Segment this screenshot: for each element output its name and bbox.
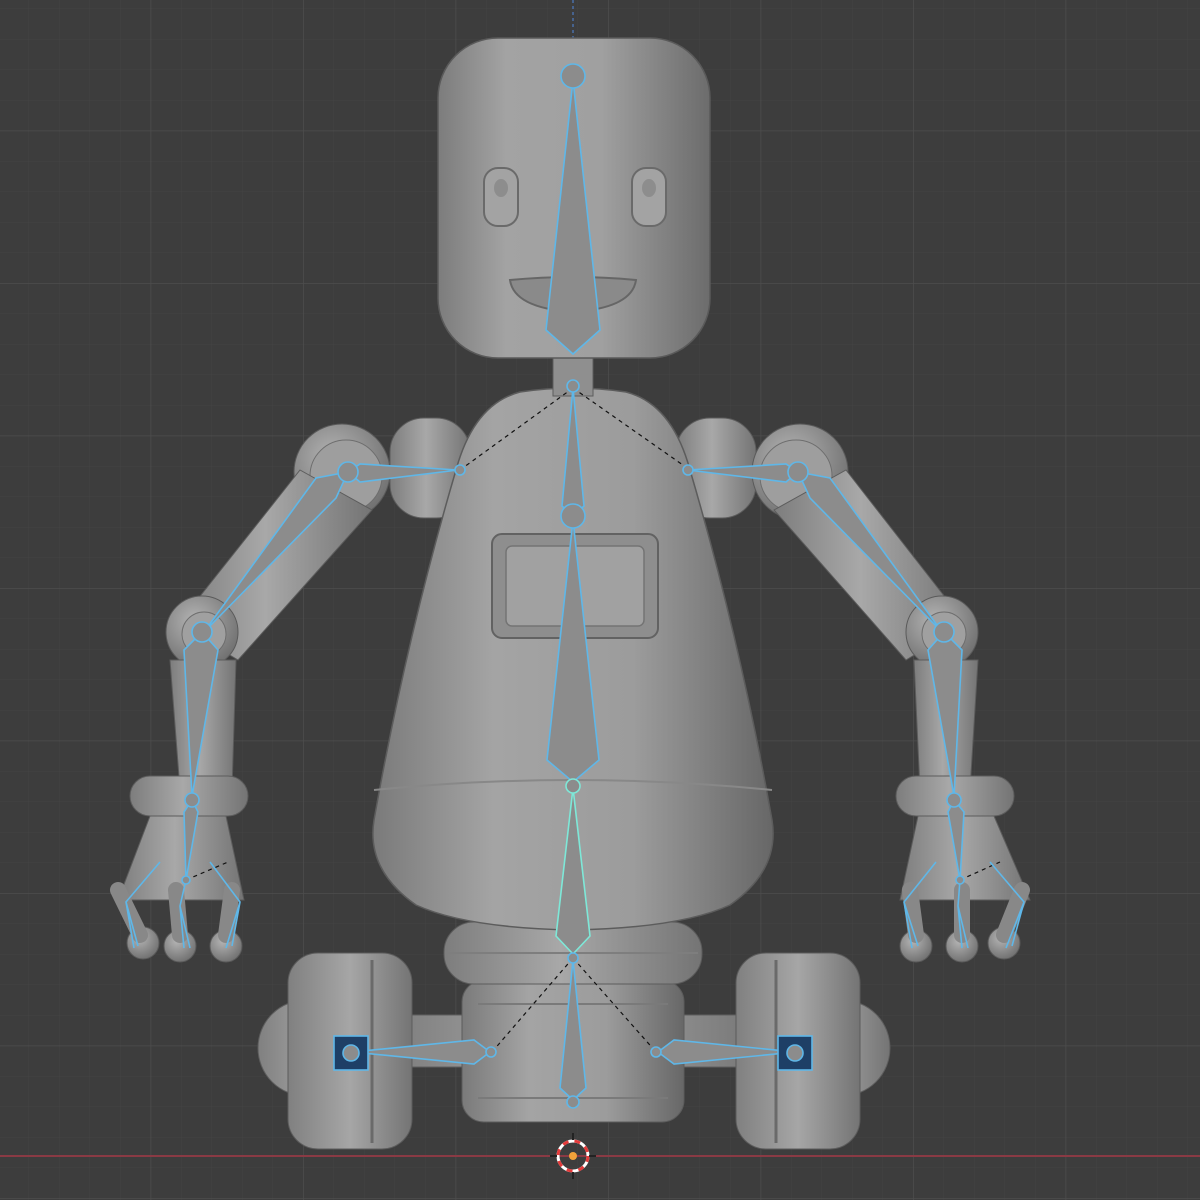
viewport-canvas[interactable] — [0, 0, 1200, 1200]
3d-viewport[interactable] — [0, 0, 1200, 1200]
